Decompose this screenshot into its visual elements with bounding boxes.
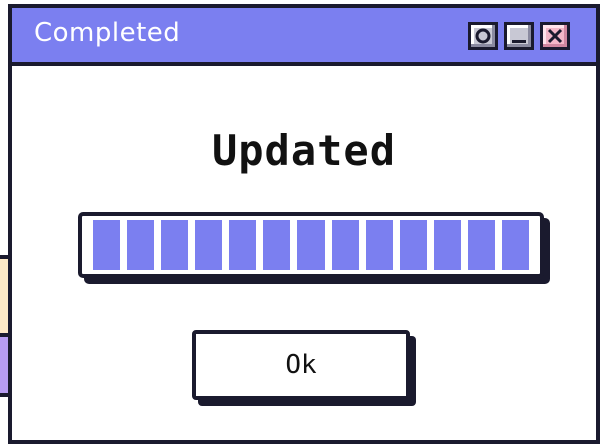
progress-segment bbox=[399, 220, 427, 270]
ok-button[interactable]: Ok bbox=[192, 330, 410, 400]
close-icon bbox=[547, 28, 563, 44]
progress-bar bbox=[78, 212, 544, 278]
progress-segment bbox=[161, 220, 189, 270]
title-bar[interactable]: Completed bbox=[12, 8, 596, 66]
progress-segment bbox=[365, 220, 393, 270]
progress-segment bbox=[433, 220, 461, 270]
status-heading: Updated bbox=[211, 126, 396, 175]
close-button[interactable] bbox=[540, 22, 570, 50]
progress-segment bbox=[331, 220, 359, 270]
progress-segment bbox=[93, 220, 121, 270]
progress-segment bbox=[501, 220, 529, 270]
progress-segment bbox=[263, 220, 291, 270]
completed-dialog: Completed Updated Ok bbox=[8, 4, 600, 444]
progress-segment bbox=[127, 220, 155, 270]
help-button[interactable] bbox=[468, 22, 498, 50]
progress-segment bbox=[229, 220, 257, 270]
progress-segment bbox=[195, 220, 223, 270]
progress-segment bbox=[297, 220, 325, 270]
window-title: Completed bbox=[34, 18, 181, 48]
minimize-icon bbox=[512, 40, 526, 43]
circle-icon bbox=[475, 28, 491, 44]
progress-fill bbox=[86, 220, 536, 270]
minimize-button[interactable] bbox=[504, 22, 534, 50]
progress-segment bbox=[467, 220, 495, 270]
